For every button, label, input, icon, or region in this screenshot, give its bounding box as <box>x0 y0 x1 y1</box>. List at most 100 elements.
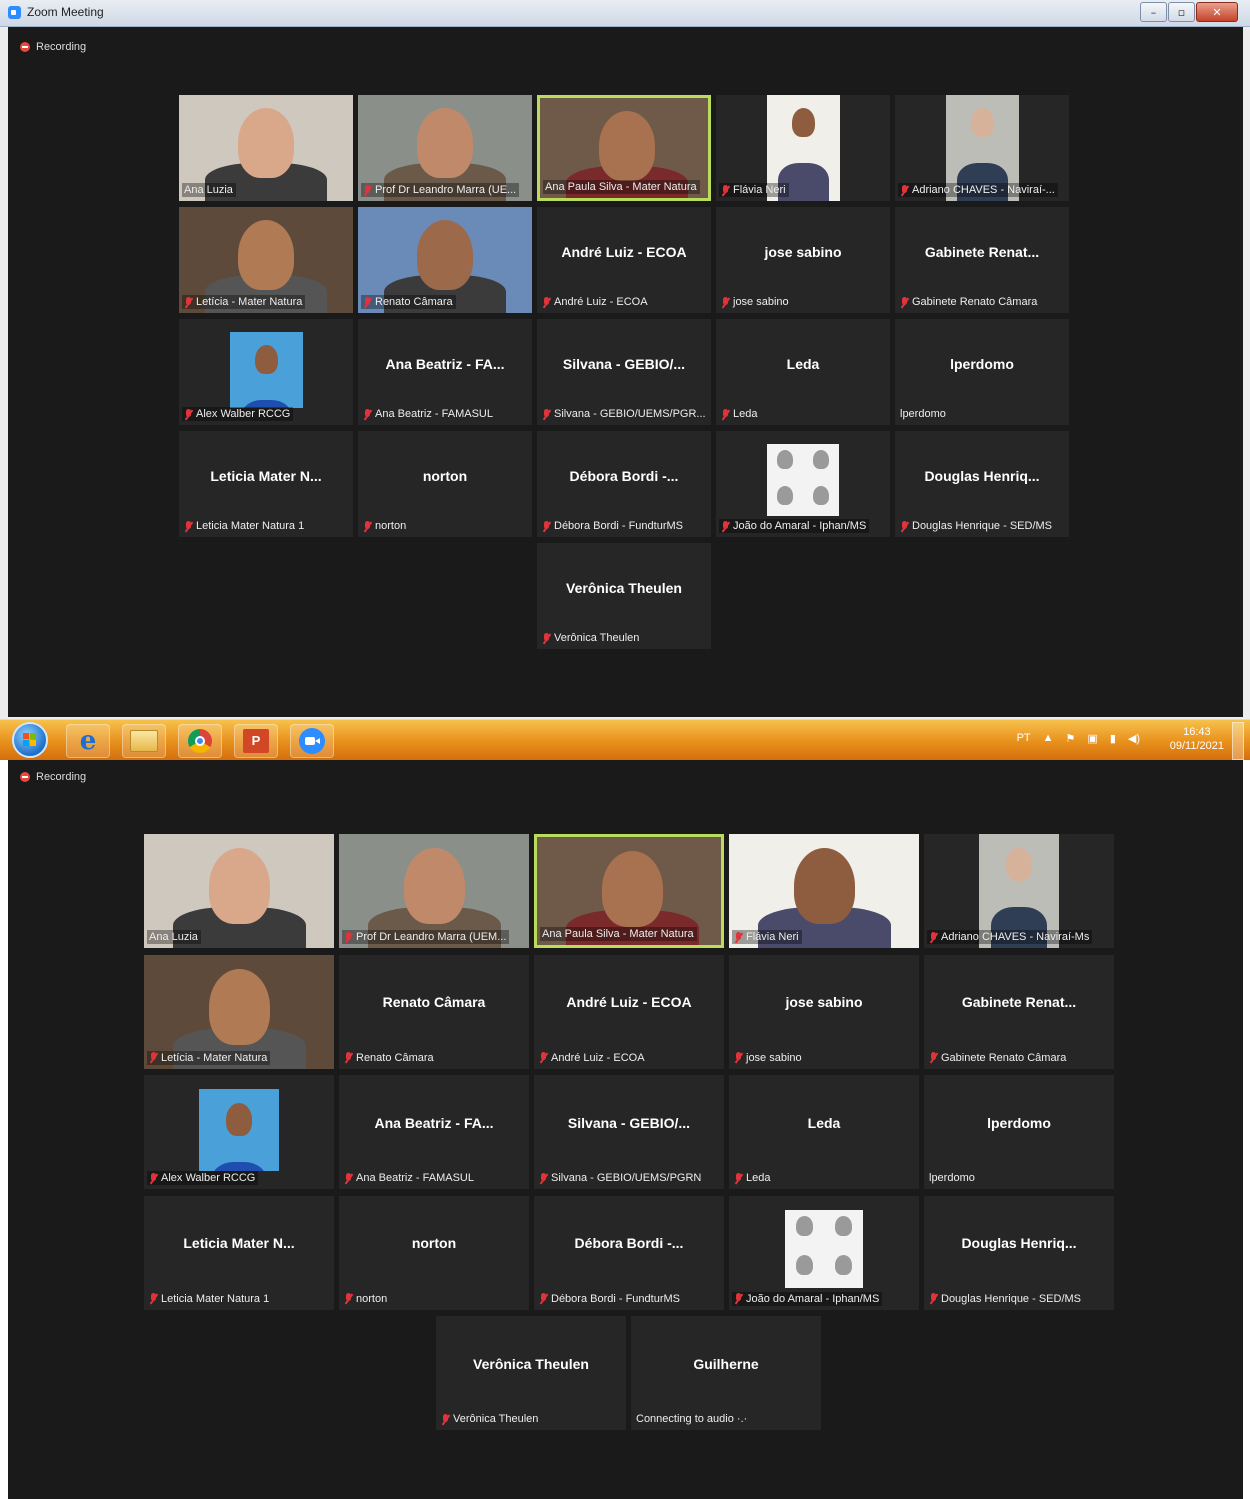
participant-tile-joao-do-amaral-iphan-ms[interactable]: João do Amaral - Iphan/MS <box>716 431 890 537</box>
recording-indicator[interactable]: Recording <box>20 771 86 783</box>
participant-name-label: André Luiz - ECOA <box>540 295 651 309</box>
participant-tile-andre-luiz-ecoa[interactable]: André Luiz - ECOA André Luiz - ECOA <box>534 954 724 1069</box>
participant-name-label: lperdomo <box>898 407 949 421</box>
participant-tile-lperdomo[interactable]: lperdomo lperdomo <box>895 319 1069 425</box>
participant-name-label: Prof Dr Leandro Marra (UEM... <box>342 930 510 944</box>
participant-name-text: jose sabino <box>746 1051 802 1064</box>
participant-tile-silvana-gebio-uems-pgr[interactable]: Silvana - GEBIO/... Silvana - GEBIO/UEMS/… <box>537 319 711 425</box>
participant-tile-debora-bordi-fundturms[interactable]: Débora Bordi -... Débora Bordi - FundturM… <box>534 1195 724 1310</box>
participant-name-label: Ana Paula Silva - Mater Natura <box>543 180 700 194</box>
participant-tile-alex-walber-rccg[interactable]: Alex Walber RCCG <box>144 1075 334 1189</box>
participant-tile-silvana-gebio-uems-pgrn[interactable]: Silvana - GEBIO/... Silvana - GEBIO/UEMS/… <box>534 1075 724 1189</box>
participant-tile-jose-sabino[interactable]: jose sabino jose sabino <box>729 954 919 1069</box>
minimize-button[interactable]: – <box>1140 2 1167 22</box>
mic-muted-icon <box>734 931 743 943</box>
participant-tile-leticia-mater-natura-1[interactable]: Leticia Mater N... Leticia Mater Natura 1 <box>144 1195 334 1310</box>
participant-display-name: Douglas Henriq... <box>924 467 1040 484</box>
chrome-taskbar-button[interactable] <box>178 724 222 758</box>
participant-tile-veronica-theulen[interactable]: Verônica Theulen Verônica Theulen <box>436 1316 626 1430</box>
participant-tile-renato-camara[interactable]: Renato Câmara <box>358 207 532 313</box>
participant-tile-ana-luzia[interactable]: Ana Luzia <box>144 834 334 948</box>
participant-tile-renato-camara[interactable]: Renato Câmara Renato Câmara <box>339 954 529 1069</box>
file-explorer-taskbar-button[interactable] <box>122 724 166 758</box>
window-titlebar[interactable]: Zoom Meeting – ▫ ✕ <box>0 0 1250 27</box>
participant-display-name: jose sabino <box>785 994 863 1011</box>
mic-muted-icon <box>542 520 551 532</box>
participant-tile-leticia-mater-natura-1[interactable]: Leticia Mater N... Leticia Mater Natura 1 <box>179 431 353 537</box>
volume-icon[interactable]: ◀) <box>1128 732 1140 745</box>
participant-tile-leda[interactable]: Leda Leda <box>716 319 890 425</box>
participant-tile-ana-luzia[interactable]: Ana Luzia <box>179 95 353 201</box>
mic-muted-icon <box>184 520 193 532</box>
participant-face <box>971 108 994 137</box>
participant-tile-leticia-mater-natura[interactable]: Letícia - Mater Natura <box>179 207 353 313</box>
participant-tile-ana-paula-silva-mater-natura[interactable]: Ana Paula Silva - Mater Natura <box>534 834 724 948</box>
participant-tile-lperdomo[interactable]: lperdomo lperdomo <box>924 1075 1114 1189</box>
avatar <box>777 486 793 505</box>
participant-tile-veronica-theulen[interactable]: Verônica Theulen Verônica Theulen <box>537 543 711 649</box>
powerpoint-taskbar-button[interactable]: P <box>234 724 278 758</box>
participant-tile-joao-do-amaral-iphan-ms[interactable]: João do Amaral - Iphan/MS <box>729 1195 919 1310</box>
participant-tile-douglas-henrique-sed-ms[interactable]: Douglas Henriq... Douglas Henrique - SED/… <box>895 431 1069 537</box>
mic-muted-icon <box>542 296 551 308</box>
participant-tile-jose-sabino[interactable]: jose sabino jose sabino <box>716 207 890 313</box>
participant-tile-ana-beatriz-famasul[interactable]: Ana Beatriz - FA... Ana Beatriz - FAMASUL <box>358 319 532 425</box>
participant-display-name: Douglas Henriq... <box>961 1235 1077 1252</box>
participant-tile-norton[interactable]: norton norton <box>358 431 532 537</box>
participant-video <box>199 1089 279 1171</box>
participant-display-name: André Luiz - ECOA <box>566 994 692 1011</box>
participant-name-label: Verônica Theulen <box>540 631 642 645</box>
zoom-taskbar-button[interactable] <box>290 724 334 758</box>
taskbar-clock[interactable]: 16:43 09/11/2021 <box>1170 725 1224 753</box>
participant-tile-ana-beatriz-famasul[interactable]: Ana Beatriz - FA... Ana Beatriz - FAMASUL <box>339 1075 529 1189</box>
mic-muted-icon <box>363 184 372 196</box>
participant-tile-gabinete-renato-camara[interactable]: Gabinete Renat... Gabinete Renato Câmara <box>924 954 1114 1069</box>
action-center-flag-icon[interactable]: ⚑ <box>1066 732 1076 745</box>
participant-name-label: Renato Câmara <box>342 1051 437 1065</box>
mic-muted-icon <box>363 296 372 308</box>
participant-tile-flavia-neri[interactable]: Flávia Neri <box>716 95 890 201</box>
close-button[interactable]: ✕ <box>1196 2 1238 22</box>
clock-date: 09/11/2021 <box>1169 740 1224 752</box>
participant-tile-prof-dr-leandro-marra-uem[interactable]: Prof Dr Leandro Marra (UEM... <box>339 834 529 948</box>
participant-tile-prof-dr-leandro-marra-ue[interactable]: Prof Dr Leandro Marra (UE... <box>358 95 532 201</box>
start-button[interactable] <box>12 722 48 758</box>
signal-icon[interactable]: ▮ <box>1110 732 1116 745</box>
participant-tile-debora-bordi-fundturms[interactable]: Débora Bordi -... Débora Bordi - FundturM… <box>537 431 711 537</box>
participant-display-name: Renato Câmara <box>382 994 486 1011</box>
participant-tile-ana-paula-silva-mater-natura[interactable]: Ana Paula Silva - Mater Natura <box>537 95 711 201</box>
participant-tile-norton[interactable]: norton norton <box>339 1195 529 1310</box>
participant-tile-gabinete-renato-camara[interactable]: Gabinete Renat... Gabinete Renato Câmara <box>895 207 1069 313</box>
show-desktop-button[interactable] <box>1232 722 1244 760</box>
participant-name-label: Ana Beatriz - FAMASUL <box>361 407 496 421</box>
participant-tile-adriano-chaves-navirai[interactable]: Adriano CHAVES - Naviraí-... <box>895 95 1069 201</box>
chrome-icon <box>188 729 212 753</box>
participant-tile-flavia-neri[interactable]: Flávia Neri <box>729 834 919 948</box>
show-hidden-icons-icon[interactable]: ▲ <box>1043 732 1054 745</box>
participant-face <box>792 108 815 137</box>
participant-name-text: Letícia - Mater Natura <box>196 296 303 308</box>
avatar <box>777 450 793 469</box>
participant-tile-douglas-henrique-sed-ms[interactable]: Douglas Henriq... Douglas Henrique - SED/… <box>924 1195 1114 1310</box>
mic-muted-icon <box>363 408 372 420</box>
mic-muted-icon <box>734 1293 743 1304</box>
participant-name-label: Gabinete Renato Câmara <box>927 1051 1069 1065</box>
network-icon[interactable]: ▣ <box>1087 732 1097 745</box>
recording-indicator[interactable]: Recording <box>20 41 86 53</box>
participant-name-text: Alex Walber RCCG <box>161 1172 256 1184</box>
powerpoint-icon: P <box>243 729 269 753</box>
participant-tile-alex-walber-rccg[interactable]: Alex Walber RCCG <box>179 319 353 425</box>
participant-tile-leticia-mater-natura[interactable]: Letícia - Mater Natura <box>144 954 334 1069</box>
participant-name-text: Ana Paula Silva - Mater Natura <box>542 928 694 940</box>
participant-tile-adriano-chaves-navirai-ms[interactable]: Adriano CHAVES - Naviraí-Ms <box>924 834 1114 948</box>
participant-tile-connecting-to-audio[interactable]: Guilherne Connecting to audio ·.· <box>631 1316 821 1430</box>
mic-muted-icon <box>929 1293 938 1304</box>
participant-tile-andre-luiz-ecoa[interactable]: André Luiz - ECOA André Luiz - ECOA <box>537 207 711 313</box>
language-indicator[interactable]: PT <box>1017 732 1031 745</box>
maximize-button[interactable]: ▫ <box>1168 2 1195 22</box>
participant-display-name: Ana Beatriz - FA... <box>374 1114 494 1131</box>
participant-tile-leda[interactable]: Leda Leda <box>729 1075 919 1189</box>
internet-explorer-taskbar-button[interactable]: e <box>66 724 110 758</box>
avatar <box>835 1215 852 1236</box>
participant-name-text: Douglas Henrique - SED/MS <box>912 520 1053 532</box>
